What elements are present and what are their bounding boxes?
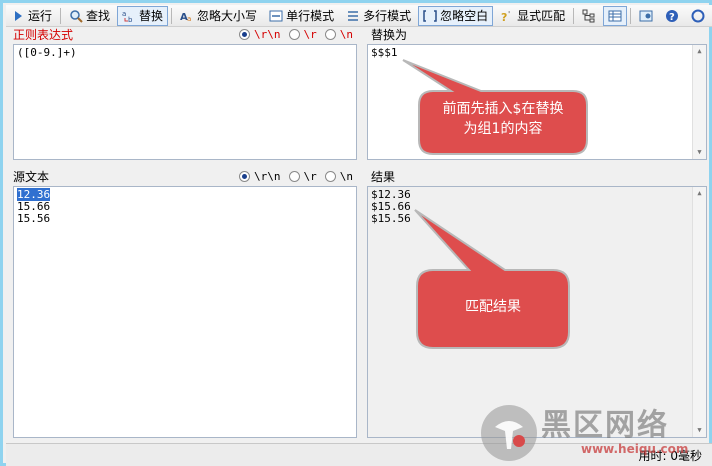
whitespace-icon	[423, 9, 437, 23]
result-note-text: 匹配结果	[465, 299, 521, 315]
radio-label: \n	[339, 169, 353, 183]
single-line-label: 单行模式	[286, 9, 335, 23]
watermark-cn: 黑区网络	[541, 408, 669, 443]
replace-label: 替换	[139, 9, 164, 23]
scroll-up-icon[interactable]: ▲	[693, 45, 706, 58]
svg-text:b: b	[128, 16, 133, 23]
replace-note-line: 前面先插入$在替换	[442, 101, 564, 117]
source-radio-cr[interactable]: \r	[288, 169, 317, 183]
scroll-up-icon[interactable]: ▲	[693, 187, 706, 200]
settings-icon	[639, 9, 653, 23]
regex-radio-crlf[interactable]: \r\n	[239, 28, 281, 41]
toolbar-separator	[60, 7, 62, 24]
multi-line-icon	[346, 9, 360, 23]
find-label: 查找	[86, 9, 111, 23]
radio-label: \r	[303, 169, 317, 183]
find-button[interactable]: 查找	[64, 6, 115, 26]
single-line-icon	[269, 9, 283, 23]
watermark-logo-icon	[481, 405, 537, 461]
radio-dot[interactable]	[288, 170, 300, 182]
replace-panel-header: 替换为	[367, 26, 707, 42]
replace-note-line: 为组1的内容	[463, 121, 543, 137]
multi-line-label: 多行模式	[363, 9, 412, 23]
multi-line-button[interactable]: 多行模式	[341, 6, 416, 26]
radio-dot[interactable]	[288, 28, 300, 40]
watermark-text: 黑区网络 www.heiqu.com	[541, 408, 689, 457]
case-icon: Aa	[180, 9, 194, 23]
question-icon: ? '	[500, 9, 514, 23]
regex-text: ([0-9.]+)	[17, 46, 77, 59]
single-line-button[interactable]: 单行模式	[264, 6, 339, 26]
toolbar-separator	[171, 7, 173, 24]
source-line: 15.66	[17, 200, 51, 213]
tree-view-button[interactable]	[577, 6, 601, 26]
regex-radio-lf[interactable]: \n	[324, 27, 353, 41]
run-label: 运行	[28, 9, 53, 23]
regex-panel-header: 正则表达式 \r\n \r \n	[9, 26, 357, 42]
result-panel-title: 结果	[371, 169, 396, 184]
settings-button[interactable]	[634, 6, 658, 26]
ignore-whitespace-button[interactable]: 忽略空白	[418, 5, 494, 26]
about-button[interactable]	[686, 6, 710, 26]
svg-text:a: a	[122, 10, 126, 18]
ignore-whitespace-label: 忽略空白	[440, 9, 489, 23]
watermark: 黑区网络 www.heiqu.com	[481, 401, 712, 465]
table-view-button[interactable]	[603, 5, 628, 26]
source-line: 15.56	[17, 212, 51, 225]
scroll-down-icon[interactable]: ▼	[693, 146, 706, 159]
radio-label: \n	[339, 27, 353, 41]
replace-panel-title: 替换为	[371, 27, 408, 42]
help-icon: ?	[665, 9, 679, 23]
toolbar-separator	[573, 7, 575, 24]
result-scrollbar[interactable]: ▲ ▼	[692, 187, 706, 437]
radio-dot[interactable]	[239, 170, 250, 182]
radio-dot[interactable]	[239, 28, 250, 40]
replace-icon: ab	[122, 9, 136, 23]
replace-scrollbar[interactable]: ▲ ▼	[692, 45, 706, 159]
source-input[interactable]: 12.36 15.66 15.56	[13, 186, 357, 438]
regex-radio-cr[interactable]: \r	[288, 27, 317, 41]
source-radio-crlf[interactable]: \r\n	[239, 170, 281, 183]
svg-text:a: a	[187, 15, 191, 23]
ignore-case-label: 忽略大小写	[197, 9, 258, 23]
svg-text:?: ?	[669, 12, 675, 23]
result-line: $12.36	[371, 188, 411, 201]
source-newline-options: \r\n \r \n	[239, 170, 357, 183]
result-note-callout	[414, 209, 570, 349]
source-panel-title: 源文本	[13, 169, 50, 184]
help-button[interactable]: ?	[660, 6, 684, 26]
source-radio-lf[interactable]: \n	[324, 169, 353, 183]
source-line: 12.36	[17, 188, 353, 201]
regex-input[interactable]: ([0-9.]+)	[13, 44, 357, 160]
magnifier-icon	[69, 9, 83, 23]
play-icon	[11, 9, 25, 23]
table-icon	[608, 9, 622, 23]
ignore-case-button[interactable]: Aa 忽略大小写	[175, 6, 262, 26]
app-window: 运行 查找 ab 替换 Aa 忽略大小写 单行模式 多行模式 忽略空白 ? ' …	[0, 0, 712, 466]
radio-dot[interactable]	[324, 28, 336, 40]
svg-text:': '	[508, 10, 510, 19]
toolbar-separator	[630, 7, 632, 24]
explicit-match-label: 显式匹配	[517, 9, 566, 23]
watermark-en: www.heiqu.com	[581, 442, 689, 456]
run-button[interactable]: 运行	[6, 6, 57, 26]
radio-label: \r\n	[254, 27, 281, 41]
about-icon	[691, 9, 705, 23]
replace-note-text: 前面先插入$在替换 为组1的内容	[423, 99, 583, 139]
toolbar: 运行 查找 ab 替换 Aa 忽略大小写 单行模式 多行模式 忽略空白 ? ' …	[6, 5, 712, 27]
result-panel-header: 结果	[367, 168, 707, 184]
svg-text:?: ?	[501, 11, 507, 23]
radio-label: \r	[303, 27, 317, 41]
regex-panel-title: 正则表达式	[13, 27, 74, 42]
source-panel-header: 源文本 \r\n \r \n	[9, 168, 357, 184]
replace-button[interactable]: ab 替换	[117, 5, 169, 26]
radio-dot[interactable]	[324, 170, 336, 182]
explicit-match-button[interactable]: ? ' 显式匹配	[495, 6, 570, 26]
radio-label: \r\n	[254, 169, 281, 183]
tree-icon	[582, 9, 596, 23]
regex-newline-options: \r\n \r \n	[239, 28, 357, 41]
